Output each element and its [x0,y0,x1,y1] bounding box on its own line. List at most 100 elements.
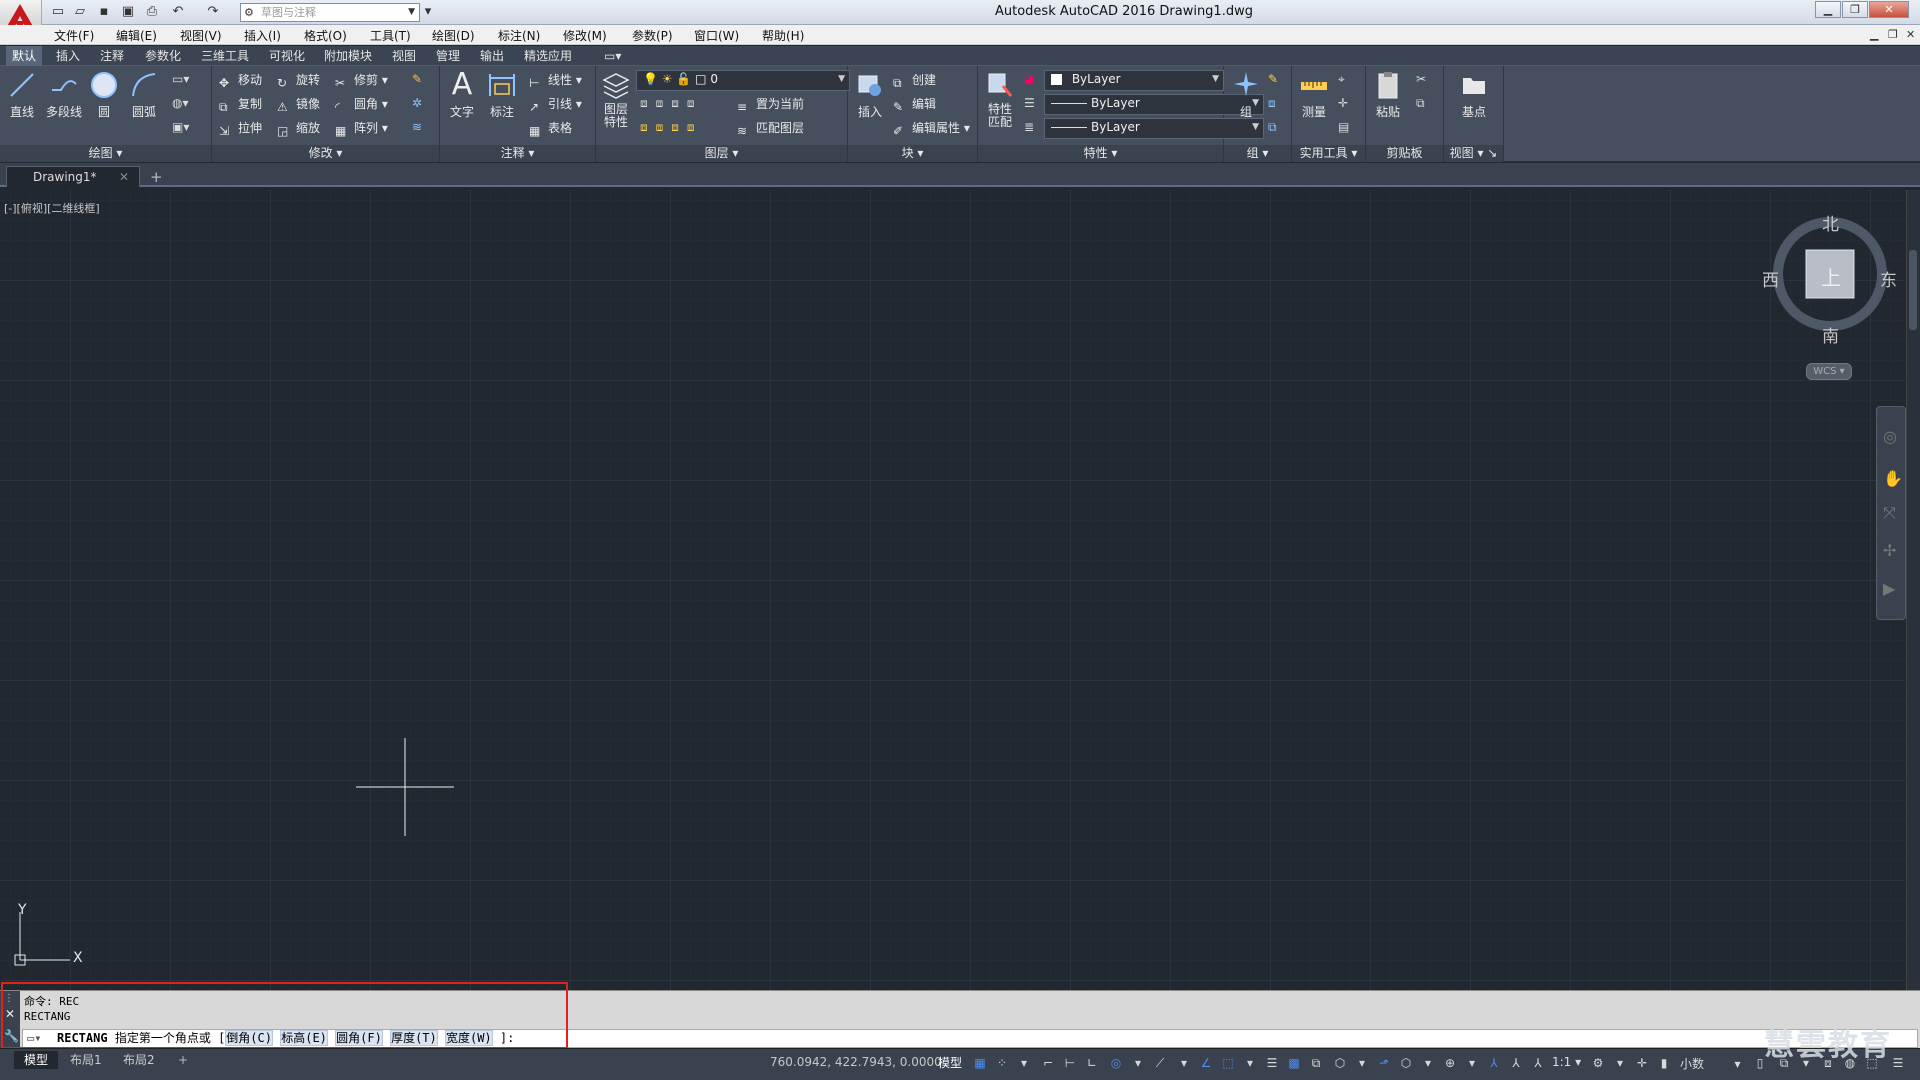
annotation-scale-icon[interactable]: ⅄ [1530,1055,1546,1071]
copy-tool[interactable]: ⧉ 复制 [218,94,262,114]
snap-icon[interactable]: ⁘ [994,1055,1010,1071]
menu-insert[interactable]: 插入(I) [244,27,281,44]
snap-menu-icon[interactable]: ▾ [1016,1055,1032,1071]
isometric-icon[interactable]: ⟋ [1152,1055,1168,1071]
mdi-restore-icon[interactable]: ❐ [1888,28,1898,41]
menu-window[interactable]: 窗口(W) [694,27,739,44]
create-block-tool[interactable]: ⧉ 创建 [892,70,936,90]
layout-tab-layout2[interactable]: 布局2 [113,1051,165,1069]
trim-tool[interactable]: ✂ 修剪 ▾ [334,70,388,90]
orbit-icon[interactable]: ✢ [1883,541,1896,560]
paste-tool[interactable]: 粘贴 [1370,70,1406,120]
edit-attributes-tool[interactable]: ✐ 编辑属性 ▾ [892,118,970,138]
3d-osnap-icon[interactable]: ⬡ [1332,1055,1348,1071]
object-snap-menu-icon[interactable]: ▾ [1242,1055,1258,1071]
rectangle-icon[interactable]: ▭▾ [172,72,189,86]
panel-properties-title[interactable]: 特性 ▾ [978,145,1223,162]
cut-icon[interactable]: ✂ [1416,72,1426,86]
panel-utilities-title[interactable]: 实用工具 ▾ [1292,145,1365,162]
stretch-tool[interactable]: ⇲ 拉伸 [218,118,262,138]
workspace-dropdown[interactable]: ⚙ 草图与注释 ▼ [240,3,420,22]
units-dropdown[interactable]: 小数 ▾ [1680,1055,1741,1072]
add-layout-button[interactable]: + [168,1051,198,1069]
redo-icon[interactable]: ↷ [205,4,221,20]
tab-view[interactable]: 视图 [386,46,422,66]
save-icon[interactable]: ▪ [96,4,112,20]
lineweight-toggle-icon[interactable]: ☰ [1264,1055,1280,1071]
set-current-layer-tool[interactable]: ≡ 置为当前 [736,94,804,114]
viewcube-top-face[interactable]: 上 [1821,262,1841,291]
group-tool[interactable]: 组 [1228,70,1264,120]
annotation-monitor-icon[interactable]: ✛ [1634,1055,1650,1071]
tab-output[interactable]: 输出 [474,46,510,66]
menu-draw[interactable]: 绘图(D) [432,27,475,44]
base-point-tool[interactable]: 基点 [1456,70,1492,120]
transparency-icon[interactable]: ▩ [1286,1055,1302,1071]
infer-constraints-icon[interactable]: ⌐ [1040,1055,1056,1071]
erase-icon[interactable]: ✎ [412,72,422,86]
object-snap-tracking-icon[interactable]: ∠ [1198,1055,1214,1071]
3d-osnap-menu-icon[interactable]: ▾ [1354,1055,1370,1071]
viewcube[interactable]: 北 南 东 西 上 [1762,210,1897,347]
mirror-tool[interactable]: ⚠ 镜像 [276,94,320,114]
scale-tool[interactable]: ◲ 缩放 [276,118,320,138]
text-tool[interactable]: A 文字 [444,70,480,120]
selection-filter-icon[interactable]: ⬡ [1398,1055,1414,1071]
explode-icon[interactable]: ✲ [412,96,422,110]
panel-modify-title[interactable]: 修改 ▾ [212,145,439,162]
print-icon[interactable]: ⎙ [144,4,160,20]
annotation-visibility-icon[interactable]: ⅄ [1486,1055,1502,1071]
viewcube-east[interactable]: 东 [1880,266,1897,291]
region-icon[interactable]: ▣▾ [172,120,189,134]
tab-annotate[interactable]: 注释 [94,46,130,66]
menu-parametric[interactable]: 参数(P) [632,27,673,44]
open-file-icon[interactable]: ▱ [72,4,88,20]
document-tab-drawing1[interactable]: Drawing1* ✕ [6,166,140,187]
viewcube-north[interactable]: 北 [1822,210,1839,235]
viewcube-south[interactable]: 南 [1822,322,1839,347]
tab-3d-tools[interactable]: 三维工具 [195,46,255,66]
dynamic-input-icon[interactable]: ⊢ [1062,1055,1078,1071]
tab-addins[interactable]: 附加模块 [318,46,378,66]
group-edit-icon[interactable]: ⧈ [1268,96,1276,111]
tab-featured-apps[interactable]: 精选应用 [518,46,578,66]
menu-dimension[interactable]: 标注(N) [498,27,540,44]
menu-view[interactable]: 视图(V) [180,27,222,44]
object-snap-icon[interactable]: ⬚ [1220,1055,1236,1071]
zoom-extents-icon[interactable]: ⤧ [1883,503,1896,523]
customization-menu-icon[interactable]: ☰ [1890,1055,1906,1071]
polyline-tool[interactable]: 多段线 [44,70,84,120]
ungroup-icon[interactable]: ✎ [1268,72,1278,86]
rotate-tool[interactable]: ↻ 旋转 [276,70,320,90]
viewport-controls[interactable]: [-][俯视][二维线框] [4,200,100,216]
polar-tracking-icon[interactable]: ◎ [1108,1055,1124,1071]
panel-groups-title[interactable]: 组 ▾ [1224,145,1291,162]
linear-dimension-tool[interactable]: ⊢ 线性 ▾ [528,70,582,90]
color-dropdown[interactable]: ByLayer ▼ [1044,70,1224,91]
minimize-button[interactable]: ▁ [1815,1,1841,18]
layer-properties-tool[interactable]: 图层 特性 [598,70,634,129]
layout-tab-layout1[interactable]: 布局1 [60,1051,112,1069]
tab-manage[interactable]: 管理 [430,46,466,66]
quick-access-more-icon[interactable]: ▾ [420,4,436,20]
menu-modify[interactable]: 修改(M) [563,27,607,44]
showmotion-icon[interactable]: ▶ [1883,579,1895,598]
mdi-minimize-icon[interactable]: ▁ [1870,28,1878,41]
table-tool[interactable]: ▦ 表格 [528,118,572,138]
quick-select-icon[interactable]: ⌖ [1338,72,1345,87]
tab-insert[interactable]: 插入 [50,46,86,66]
workspace-menu-icon[interactable]: ▾ [1612,1055,1628,1071]
panel-block-title[interactable]: 块 ▾ [848,145,977,162]
fillet-tool[interactable]: ◜ 圆角 ▾ [334,94,388,114]
panel-annotation-title[interactable]: 注释 ▾ [440,145,595,162]
leader-tool[interactable]: ↗ 引线 ▾ [528,94,582,114]
tab-parametric[interactable]: 参数化 [139,46,187,66]
offset-icon[interactable]: ≋ [412,120,422,134]
point-icon[interactable]: ✛ [1338,96,1348,110]
annotation-scale-value[interactable]: 1:1 ▾ [1552,1055,1581,1069]
wcs-menu[interactable]: WCS ▾ [1806,363,1852,380]
new-tab-button[interactable]: + [150,168,163,186]
auto-scale-icon[interactable]: ⅄ [1508,1055,1524,1071]
layer-dropdown[interactable]: 💡 ☀ 🔓 □ 0 ▼ [636,70,850,91]
isometric-menu-icon[interactable]: ▾ [1176,1055,1192,1071]
